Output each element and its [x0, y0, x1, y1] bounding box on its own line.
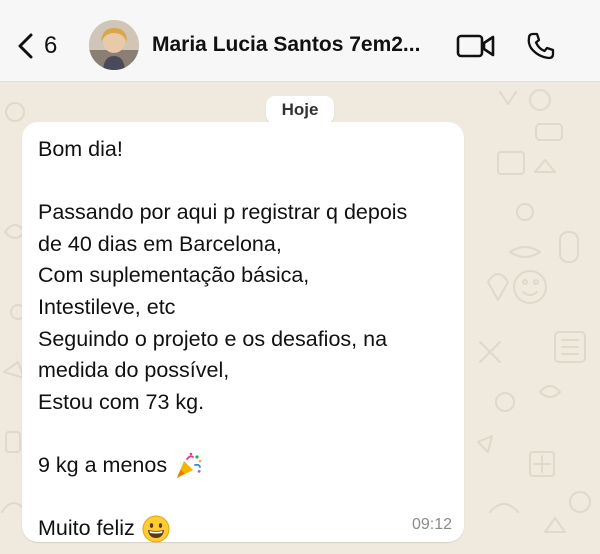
back-button[interactable]: 6 [16, 28, 57, 64]
message-line-text: 9 kg a menos [38, 452, 168, 477]
message-line-blank [38, 482, 450, 514]
message-line-with-emoji: 9 kg a menos [38, 450, 450, 482]
grinning-face-icon [142, 515, 170, 543]
contact-name[interactable]: Maria Lucia Santos 7em2... [152, 33, 442, 57]
message-line: Seguindo o projeto e os desafios, na [38, 326, 388, 351]
message-line: de 40 dias em Barcelona, [38, 231, 282, 256]
message-timestamp: 09:12 [411, 516, 452, 533]
message-line: medida do possível, [38, 358, 230, 383]
voice-call-button[interactable] [524, 28, 558, 64]
chevron-left-icon [18, 33, 33, 59]
message-line: Bom dia! [38, 137, 123, 161]
message-line-blank [38, 166, 450, 198]
message-line: Intestileve, etc [38, 294, 176, 319]
message-line-with-emoji: Muito feliz [38, 513, 450, 545]
message-line: Com suplementação básica, [38, 263, 310, 288]
avatar-photo [89, 20, 139, 70]
video-call-button[interactable] [455, 28, 497, 64]
avatar[interactable] [89, 20, 139, 70]
chat-header: 6 Maria Lucia Santos 7em2... [0, 0, 600, 82]
message-line-text: Muito feliz [38, 516, 135, 541]
party-popper-icon [177, 452, 202, 479]
video-camera-icon [456, 34, 495, 58]
chat-area[interactable]: Hoje Bom dia! Passando por aqui p regist… [0, 82, 600, 554]
message-line: Passando por aqui p registrar q depois [38, 200, 408, 225]
message-line-blank [38, 418, 450, 450]
message-line: Estou com 73 kg. [38, 389, 205, 414]
unread-count: 6 [44, 32, 58, 59]
date-label: Hoje [266, 96, 334, 124]
message-bubble[interactable]: Bom dia! Passando por aqui p registrar q… [22, 122, 464, 545]
phone-icon [527, 32, 555, 60]
